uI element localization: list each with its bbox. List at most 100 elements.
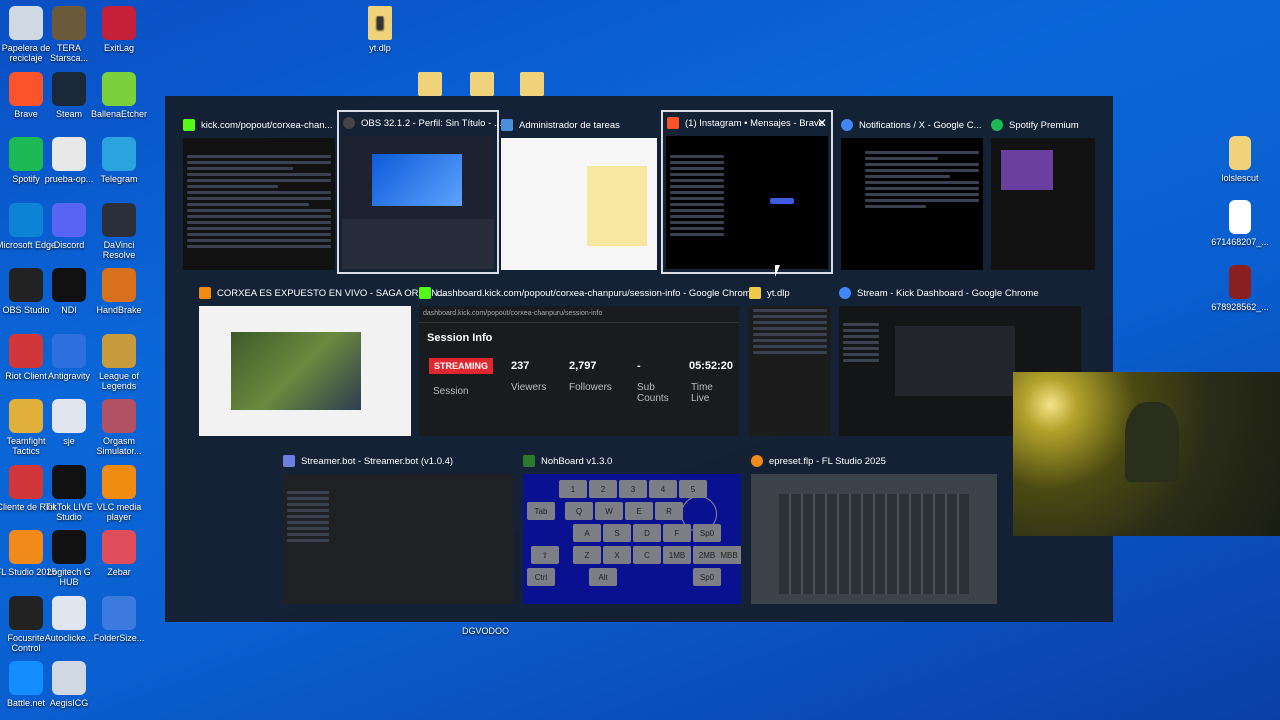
desktop-icon-label: 678928562_... <box>1211 302 1269 312</box>
window-title: Stream - Kick Dashboard - Google Chrome <box>857 287 1039 299</box>
desktop-icon[interactable]: League of Legends <box>87 333 151 391</box>
folder-icon <box>1229 136 1251 170</box>
antigravity-icon <box>52 333 86 368</box>
aegis-icon <box>52 661 86 695</box>
desktop-icon-label: lolslescut <box>1221 173 1259 183</box>
desktop-icon-label: Orgasm Simulator... <box>96 436 142 456</box>
switcher-window-nohboard[interactable]: NohBoard v1.3.0 12345TabQWERASDF⇧ZXCVCtr… <box>523 450 741 604</box>
chrome-icon <box>841 119 853 131</box>
desktop-icon-label: BallenaEtcher <box>90 108 148 119</box>
followers-label: Followers <box>569 382 612 393</box>
switcher-window-task-manager[interactable]: Administrador de tareas <box>501 114 657 270</box>
switcher-window-obs[interactable]: OBS 32.1.2 - Perfil: Sin Título - ... <box>337 110 502 274</box>
keyboard-key: Sp0 <box>693 524 721 542</box>
desktop-icon[interactable]: FolderSize... <box>87 595 151 643</box>
keyboard-key: Ctrl <box>527 568 555 586</box>
window-switcher: kick.com/popout/corxea-chan... OBS 32.1.… <box>165 96 1113 622</box>
switcher-window-instagram[interactable]: (1) Instagram • Mensajes - Brave ✕ <box>661 110 833 274</box>
desktop-icon[interactable]: lolslescut <box>1208 136 1272 183</box>
steam-icon <box>52 71 86 106</box>
switcher-window-vlc[interactable]: CORXEA ES EXPUESTO EN VIVO - SAGA ORIGIN… <box>199 282 446 436</box>
window-thumbnail <box>283 474 513 604</box>
desktop-icon-label: 671468207_... <box>1211 237 1269 247</box>
desktop-icon-label: Zebar <box>107 567 131 577</box>
desktop-icon[interactable]: AegisICG <box>37 661 101 708</box>
keyboard-key: Tab <box>527 502 555 520</box>
window-title: (1) Instagram • Mensajes - Brave <box>685 117 825 129</box>
nohboard-keyboard: 12345TabQWERASDF⇧ZXCVCtrlAltSp01MB2MBMBB… <box>523 474 741 604</box>
keyboard-key: E <box>625 502 653 520</box>
session-info-heading: Session Info <box>427 332 493 344</box>
close-icon[interactable]: ✕ <box>817 116 827 130</box>
exitlag-icon <box>102 6 136 40</box>
desktop-icon-label: VLC media player <box>96 501 142 522</box>
followers-value: 2,797 <box>569 360 597 372</box>
desktop-icon-label: yt.dlp <box>369 43 391 53</box>
window-thumbnail <box>991 138 1095 270</box>
window-title: dashboard.kick.com/popout/corxea-chanpur… <box>437 287 756 299</box>
window-thumbnail <box>751 474 997 604</box>
window-thumbnail <box>342 136 494 269</box>
keyboard-key: 2 <box>589 480 617 498</box>
image-file-icon <box>1229 265 1251 299</box>
switcher-window-spotify[interactable]: Spotify Premium <box>991 114 1095 270</box>
zip-file-icon: ▮ <box>368 6 392 40</box>
handbrake-icon <box>102 268 136 302</box>
desktop-icon[interactable]: 671468207_... <box>1208 200 1272 247</box>
tiktok-icon <box>52 464 86 499</box>
folder-icon[interactable] <box>418 72 442 96</box>
flstudio-icon <box>751 455 763 467</box>
desktop-icon[interactable]: VLC media player <box>87 464 151 522</box>
keyboard-key: R <box>655 502 683 520</box>
window-title: Streamer.bot - Streamer.bot (v1.0.4) <box>301 455 454 467</box>
chrome-icon <box>839 287 851 299</box>
switcher-window-kick-chat[interactable]: kick.com/popout/corxea-chan... <box>183 114 335 270</box>
folder-icon[interactable] <box>470 72 494 96</box>
desktop-icon[interactable]: ExitLag <box>87 6 151 53</box>
address-bar[interactable]: dashboard.kick.com/popout/corxea-chanpur… <box>423 310 602 317</box>
nohboard-icon <box>523 455 535 467</box>
switcher-window-ytdlp-folder[interactable]: yt.dlp <box>749 282 831 436</box>
keyboard-key: 5 <box>679 480 707 498</box>
white-file-icon <box>1229 200 1251 234</box>
window-thumbnail <box>183 138 335 270</box>
desktop-icon[interactable]: 678928562_... <box>1208 265 1272 312</box>
desktop-icon[interactable]: Telegram <box>87 137 151 184</box>
kick-icon <box>419 287 431 299</box>
ghub-icon <box>52 530 86 564</box>
tera-icon <box>52 6 86 40</box>
switcher-window-x-notifications[interactable]: Notifications / X - Google C... <box>841 114 983 270</box>
lol-icon <box>102 333 136 368</box>
switcher-window-fl-studio[interactable]: epreset.flp - FL Studio 2025 <box>751 450 997 604</box>
vlc-icon <box>199 287 211 299</box>
window-title: NohBoard v1.3.0 <box>541 455 613 467</box>
keyboard-key: 1MB <box>663 546 691 564</box>
kick-icon <box>183 119 195 131</box>
desktop-icon-label: ExitLag <box>103 43 135 53</box>
keyboard-key: Z <box>573 546 601 564</box>
session-label: Session <box>433 386 469 397</box>
telegram-icon <box>102 137 136 171</box>
desktop-icon[interactable]: Orgasm Simulator... <box>87 399 151 456</box>
window-title: Spotify Premium <box>1009 119 1079 131</box>
folder-icon[interactable] <box>520 72 544 96</box>
keyboard-key: X <box>603 546 631 564</box>
desktop-icon[interactable]: Zebar <box>87 530 151 577</box>
desktop-icon[interactable]: BallenaEtcher <box>87 71 151 119</box>
switcher-window-session-info[interactable]: dashboard.kick.com/popout/corxea-chanpur… <box>419 282 756 436</box>
desktop-icon-label[interactable]: DGVODOO <box>462 626 509 636</box>
switcher-window-streamerbot[interactable]: Streamer.bot - Streamer.bot (v1.0.4) <box>283 450 513 604</box>
desktop-icon[interactable]: HandBrake <box>87 268 151 315</box>
streamerbot-icon <box>283 455 295 467</box>
desktop-icon[interactable]: DaVinci Resolve <box>87 202 151 260</box>
keyboard-key: MBB <box>715 546 741 564</box>
window-title: CORXEA ES EXPUESTO EN VIVO - SAGA ORIGIN… <box>217 287 446 299</box>
desktop-icon-ytdlp[interactable]: ▮ yt.dlp <box>348 6 412 53</box>
webcam-overlay <box>1013 372 1280 536</box>
desktop-icon-label: League of Legends <box>98 370 140 391</box>
spotify-icon <box>991 119 1003 131</box>
keyboard-key: A <box>573 524 601 542</box>
window-title: yt.dlp <box>767 287 790 299</box>
desktop-icon-label: Telegram <box>100 174 138 184</box>
window-title: Administrador de tareas <box>519 119 620 131</box>
